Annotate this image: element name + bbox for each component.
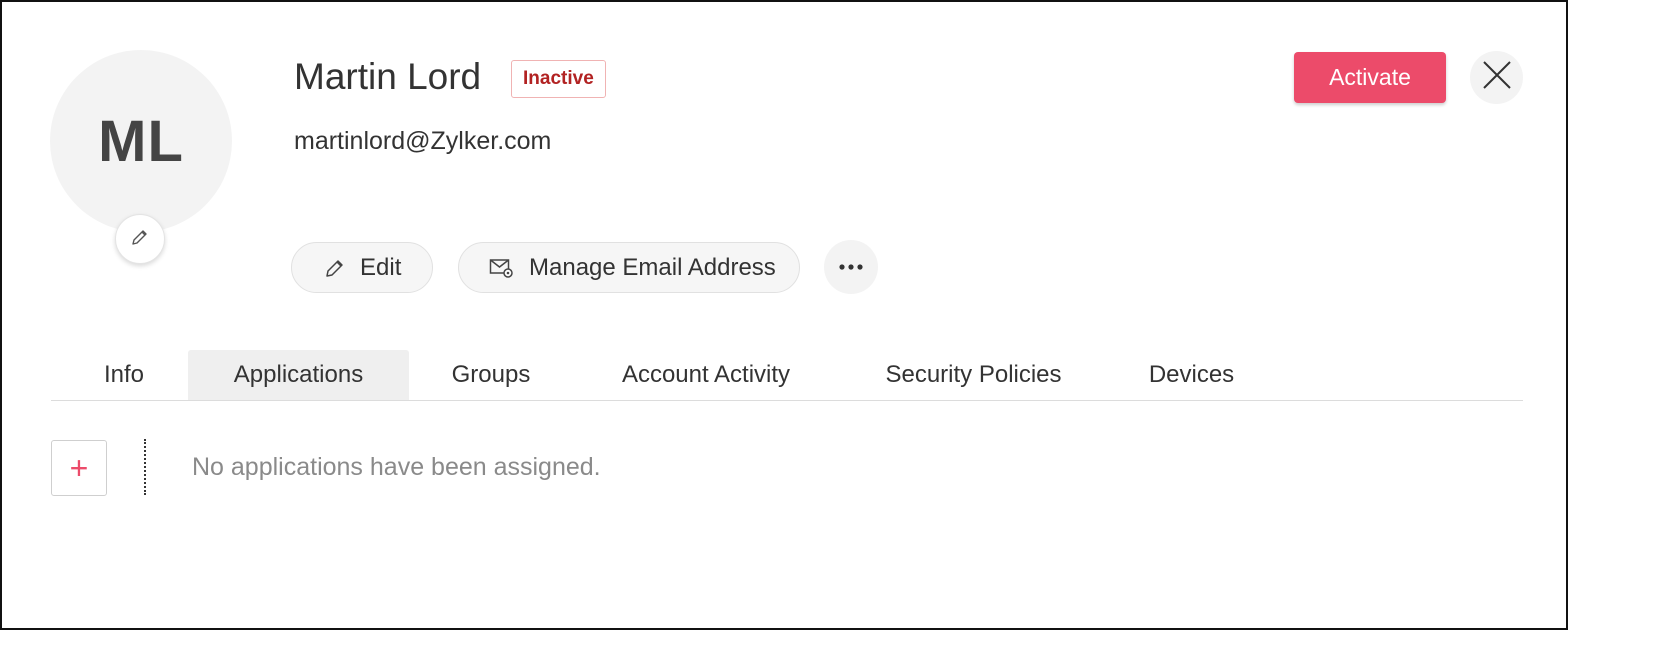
tab-info[interactable]: Info — [89, 350, 159, 400]
tab-account-activity[interactable]: Account Activity — [606, 350, 806, 400]
tab-groups[interactable]: Groups — [441, 350, 541, 400]
edit-label: Edit — [360, 253, 402, 281]
edit-button[interactable]: Edit — [291, 242, 433, 293]
manage-email-button[interactable]: Manage Email Address — [458, 242, 800, 293]
tab-security-policies[interactable]: Security Policies — [871, 350, 1076, 400]
avatar: ML — [50, 50, 232, 232]
tab-devices[interactable]: Devices — [1139, 350, 1244, 400]
manage-email-label: Manage Email Address — [529, 253, 776, 281]
user-email: martinlord@Zylker.com — [294, 127, 552, 155]
avatar-initials: ML — [98, 108, 184, 174]
user-detail-panel: ML Martin Lord Inactive martinlord@Zylke… — [0, 0, 1568, 630]
tab-applications[interactable]: Applications — [188, 350, 409, 400]
pencil-icon — [130, 227, 150, 252]
user-name: Martin Lord — [294, 56, 482, 97]
more-horizontal-icon — [838, 258, 864, 276]
divider — [144, 439, 146, 495]
more-options-button[interactable] — [824, 240, 878, 294]
empty-state-message: No applications have been assigned. — [192, 453, 601, 481]
close-icon — [1482, 60, 1512, 95]
pencil-icon — [324, 257, 346, 279]
avatar-edit-button[interactable] — [115, 214, 165, 264]
close-button[interactable] — [1470, 51, 1523, 104]
mail-settings-icon — [489, 256, 515, 280]
add-application-button[interactable]: + — [51, 440, 107, 496]
activate-button[interactable]: Activate — [1294, 52, 1446, 103]
status-badge: Inactive — [511, 60, 606, 98]
tab-bar: Info Applications Groups Account Activit… — [51, 350, 1523, 401]
